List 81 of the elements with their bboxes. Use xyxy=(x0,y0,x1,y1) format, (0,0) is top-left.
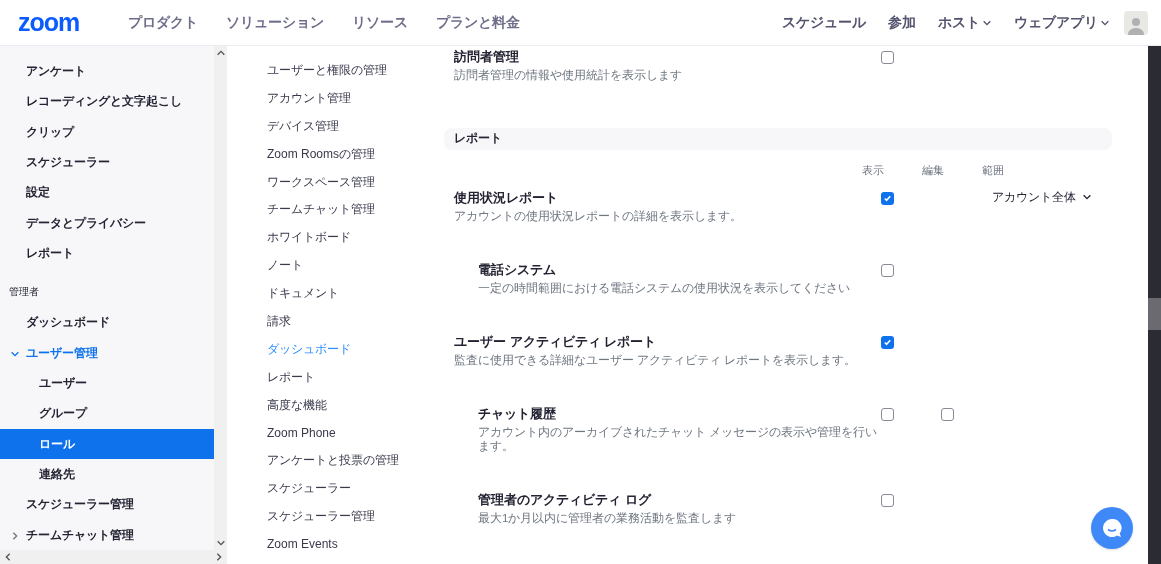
scope-dropdown[interactable]: アカウント全体 xyxy=(992,188,1092,206)
subnav-link[interactable]: 請求 xyxy=(267,307,440,335)
checkbox[interactable] xyxy=(880,51,894,64)
checkbox[interactable] xyxy=(880,493,894,507)
nav-link[interactable]: ウェブアプリ xyxy=(1014,12,1110,33)
setting-title: チャット履歴 xyxy=(478,404,557,423)
logo[interactable]: zoom xyxy=(18,3,102,42)
subnav-link[interactable]: スケジューラー xyxy=(267,474,440,503)
nav-link[interactable]: プロダクト xyxy=(128,12,198,33)
checkmark-icon xyxy=(882,193,892,203)
setting-description: アカウントの使用状況レポートの詳細を表示します。 xyxy=(454,208,743,223)
column-header: 表示 xyxy=(862,163,885,178)
nav-link[interactable]: ホスト xyxy=(938,12,992,33)
subnav-link[interactable]: スケジューラー管理 xyxy=(267,502,440,531)
section-title: レポート xyxy=(454,131,502,147)
chevron-right-icon xyxy=(214,552,224,562)
chevron-down-icon xyxy=(215,538,226,548)
checkmark-icon xyxy=(882,337,892,347)
setting-title: 管理者のアクティビティ ログ xyxy=(478,490,653,509)
sidebar-item[interactable]: 連絡先 xyxy=(0,458,214,490)
subnav-link[interactable]: ホワイトボード xyxy=(267,223,440,252)
setting-description: 訪問者管理の情報や使用統計を表示します xyxy=(454,68,683,82)
subnav-link[interactable]: 高度な機能 xyxy=(267,390,440,419)
nav-link[interactable]: ソリューション xyxy=(226,12,324,33)
chevron-left-icon xyxy=(3,552,13,562)
sidebar-item[interactable]: チームチャット管理 xyxy=(0,519,214,550)
chat-button[interactable] xyxy=(1091,507,1133,549)
setting-title: 使用状況レポート xyxy=(454,188,559,207)
checkbox[interactable] xyxy=(880,335,894,349)
sidebar-item[interactable]: クリップ xyxy=(0,116,214,147)
chevron-down-icon xyxy=(1082,192,1092,202)
scrollbar[interactable] xyxy=(214,46,227,550)
subnav-link[interactable]: レポート xyxy=(267,362,440,391)
nav-link[interactable]: プランと料金 xyxy=(436,12,520,33)
subnav-link[interactable]: ダッシュボード xyxy=(267,334,440,363)
subnav-link[interactable]: ドキュメント xyxy=(267,279,440,307)
nav-link[interactable]: 参加 xyxy=(888,12,916,33)
setting-title: 電話システム xyxy=(478,260,557,279)
subnav-link[interactable]: Zoom Events xyxy=(267,530,440,559)
subnav-link[interactable]: アンケートと投票の管理 xyxy=(267,446,440,475)
setting-description: 一定の時間範囲における電話システムの使用状況を表示してください xyxy=(478,280,851,295)
sidebar-item[interactable]: レポート xyxy=(0,237,214,269)
subnav-link[interactable]: チームチャット管理 xyxy=(267,195,440,224)
subnav-link[interactable]: ノート xyxy=(267,251,440,280)
chevron-up-icon xyxy=(215,48,226,58)
sidebar-item[interactable]: スケジューラー管理 xyxy=(0,489,214,520)
sidebar-item[interactable]: ユーザー管理 xyxy=(0,337,214,368)
sidebar-item[interactable]: ダッシュボード xyxy=(0,307,214,338)
subnav-link[interactable]: ユーザーと権限の管理 xyxy=(267,56,440,84)
section-heading: 管理者 xyxy=(8,285,40,300)
avatar-icon[interactable] xyxy=(1124,10,1148,35)
setting-description: 監査に使用できる詳細なユーザー アクティビティ レポートを表示します。 xyxy=(454,352,858,367)
subnav-link[interactable]: ワークスペース管理 xyxy=(267,167,440,196)
subnav-link[interactable]: Zoom Roomsの管理 xyxy=(267,139,440,168)
sidebar-item[interactable]: データとプライバシー xyxy=(0,207,214,238)
setting-title: ユーザー アクティビティ レポート xyxy=(454,332,658,351)
sidebar-item[interactable]: アンケート xyxy=(0,56,214,87)
checkbox[interactable] xyxy=(880,263,894,277)
setting-description: 最大1か月以内に管理者の業務活動を監査します xyxy=(478,510,738,525)
sidebar-item[interactable]: スケジューラー xyxy=(0,147,214,178)
horizontal-scrollbar[interactable] xyxy=(0,550,227,564)
scrollbar[interactable] xyxy=(1148,46,1161,564)
subnav-link[interactable]: デバイス管理 xyxy=(267,111,440,140)
chat-bubble-icon xyxy=(1101,517,1123,539)
sidebar-item[interactable]: レコーディングと文字起こし xyxy=(0,86,214,117)
checkbox[interactable] xyxy=(940,407,954,421)
sidebar-item[interactable]: ユーザー xyxy=(0,367,214,399)
subnav-link[interactable]: アカウント管理 xyxy=(267,83,440,112)
sidebar-item[interactable]: グループ xyxy=(0,398,214,429)
checkbox[interactable] xyxy=(880,407,894,421)
column-header: 編集 xyxy=(922,163,945,178)
chevron-right-icon xyxy=(10,530,20,541)
column-header: 範囲 xyxy=(982,163,1005,178)
setting-title: 訪問者管理 xyxy=(454,48,520,66)
sidebar-item[interactable]: 設定 xyxy=(0,177,214,208)
nav-link[interactable]: スケジュール xyxy=(782,12,866,33)
nav-link[interactable]: リソース xyxy=(352,12,408,33)
setting-description: アカウント内のアーカイブされたチャット メッセージの表示や管理を行います。 xyxy=(478,424,878,453)
subnav-link[interactable]: Zoom Phone xyxy=(267,418,440,447)
sidebar-item[interactable]: ロール xyxy=(0,428,214,459)
checkbox[interactable] xyxy=(880,191,894,205)
